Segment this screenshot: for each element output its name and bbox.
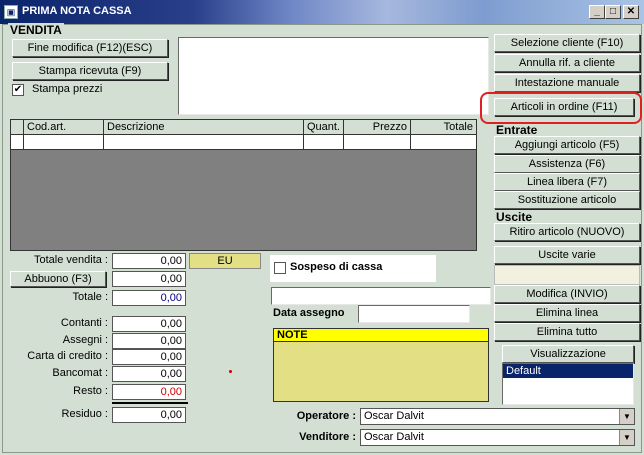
- cell-prezzo[interactable]: [344, 135, 411, 149]
- window-title: PRIMA NOTA CASSA: [22, 5, 132, 17]
- close-button[interactable]: ✕: [623, 5, 639, 19]
- note-header: NOTE: [273, 328, 489, 342]
- uscite-header: Uscite: [496, 210, 533, 224]
- contanti-label: Contanti :: [60, 317, 108, 329]
- operatore-label: Operatore :: [296, 410, 356, 422]
- cell-totale[interactable]: [411, 135, 476, 149]
- ritiro-articolo-button[interactable]: Ritiro articolo (NUOVO): [494, 223, 640, 241]
- assegni-field[interactable]: 0,00: [112, 333, 186, 349]
- sostituzione-articolo-button[interactable]: Sostituzione articolo: [494, 191, 640, 209]
- articles-grid[interactable]: Cod.art. Descrizione Quant. Prezzo Total…: [10, 119, 477, 251]
- elimina-linea-button[interactable]: Elimina linea: [494, 304, 640, 322]
- totale-vendita-label: Totale vendita :: [34, 254, 108, 266]
- totale-label: Totale :: [72, 291, 108, 303]
- resto-label: Resto :: [73, 385, 108, 397]
- carta-credito-label: Carta di credito :: [27, 350, 108, 362]
- currency-badge: EU: [189, 253, 261, 269]
- list-item[interactable]: Default: [503, 364, 633, 378]
- assegno-info-field[interactable]: [271, 287, 491, 305]
- venditore-value: Oscar Dalvit: [364, 431, 424, 443]
- abbuono-button[interactable]: Abbuono (F3): [10, 271, 106, 287]
- chevron-down-icon[interactable]: ▼: [619, 409, 634, 424]
- stampa-ricevuta-button[interactable]: Stampa ricevuta (F9): [12, 62, 168, 80]
- col-totale[interactable]: Totale: [411, 120, 476, 134]
- col-prezzo[interactable]: Prezzo: [344, 120, 411, 134]
- modifica-button[interactable]: Modifica (INVIO): [494, 285, 640, 303]
- stampa-prezzi-label: Stampa prezzi: [32, 83, 103, 95]
- totals-divider: [112, 402, 188, 404]
- grid-header: Cod.art. Descrizione Quant. Prezzo Total…: [11, 120, 476, 135]
- note-textarea[interactable]: [273, 342, 489, 402]
- data-assegno-field[interactable]: [358, 305, 470, 323]
- bancomat-field[interactable]: 0,00: [112, 366, 186, 382]
- linea-libera-button[interactable]: Linea libera (F7): [494, 173, 640, 191]
- operatore-select[interactable]: Oscar Dalvit ▼: [360, 408, 635, 425]
- residuo-label: Residuo :: [61, 408, 108, 420]
- fine-modifica-button[interactable]: Fine modifica (F12)(ESC): [12, 39, 168, 57]
- carta-credito-field[interactable]: 0,00: [112, 349, 186, 365]
- cell-quant[interactable]: [304, 135, 344, 149]
- app-icon: ▣: [4, 5, 18, 19]
- cell-descrizione[interactable]: [104, 135, 304, 149]
- stampa-prezzi-checkbox[interactable]: ✔: [12, 84, 24, 96]
- cell-cod-art[interactable]: [24, 135, 104, 149]
- visualizzazione-list[interactable]: Default: [502, 363, 634, 405]
- entrate-header: Entrate: [496, 123, 538, 137]
- resto-field: 0,00: [112, 384, 186, 400]
- bancomat-label: Bancomat :: [52, 367, 108, 379]
- uscite-info-box: [494, 265, 640, 285]
- totale-vendita-field: 0,00: [112, 253, 186, 269]
- col-cod-art[interactable]: Cod.art.: [24, 120, 104, 134]
- data-assegno-label: Data assegno: [273, 307, 345, 319]
- section-title: VENDITA: [8, 23, 64, 37]
- customer-info-box: [178, 37, 489, 115]
- table-row[interactable]: [11, 135, 476, 150]
- venditore-select[interactable]: Oscar Dalvit ▼: [360, 429, 635, 446]
- red-dot: [229, 370, 232, 373]
- col-descrizione[interactable]: Descrizione: [104, 120, 304, 134]
- selezione-cliente-button[interactable]: Selezione cliente (F10): [494, 34, 640, 52]
- row-selector[interactable]: [11, 135, 24, 149]
- minimize-button[interactable]: _: [589, 5, 605, 19]
- col-quant[interactable]: Quant.: [304, 120, 344, 134]
- venditore-label: Venditore :: [299, 431, 356, 443]
- uscite-varie-button[interactable]: Uscite varie: [494, 246, 640, 264]
- operatore-value: Oscar Dalvit: [364, 410, 424, 422]
- intestazione-manuale-button[interactable]: Intestazione manuale: [494, 74, 640, 92]
- visualizzazione-button[interactable]: Visualizzazione: [502, 345, 634, 363]
- assistenza-button[interactable]: Assistenza (F6): [494, 155, 640, 173]
- assegni-label: Assegni :: [62, 334, 108, 346]
- sospeso-checkbox[interactable]: [274, 262, 286, 274]
- elimina-tutto-button[interactable]: Elimina tutto: [494, 323, 640, 341]
- abbuono-field[interactable]: 0,00: [112, 271, 186, 287]
- residuo-field: 0,00: [112, 407, 186, 423]
- aggiungi-articolo-button[interactable]: Aggiungi articolo (F5): [494, 136, 640, 154]
- grid-header-selector: [11, 120, 24, 134]
- totale-field: 0,00: [112, 290, 186, 306]
- sospeso-label: Sospeso di cassa: [290, 261, 383, 273]
- chevron-down-icon[interactable]: ▼: [619, 430, 634, 445]
- highlight-marker: [480, 92, 642, 124]
- annulla-rif-cliente-button[interactable]: Annulla rif. a cliente: [494, 54, 640, 72]
- maximize-button[interactable]: □: [605, 5, 621, 19]
- contanti-field[interactable]: 0,00: [112, 316, 186, 332]
